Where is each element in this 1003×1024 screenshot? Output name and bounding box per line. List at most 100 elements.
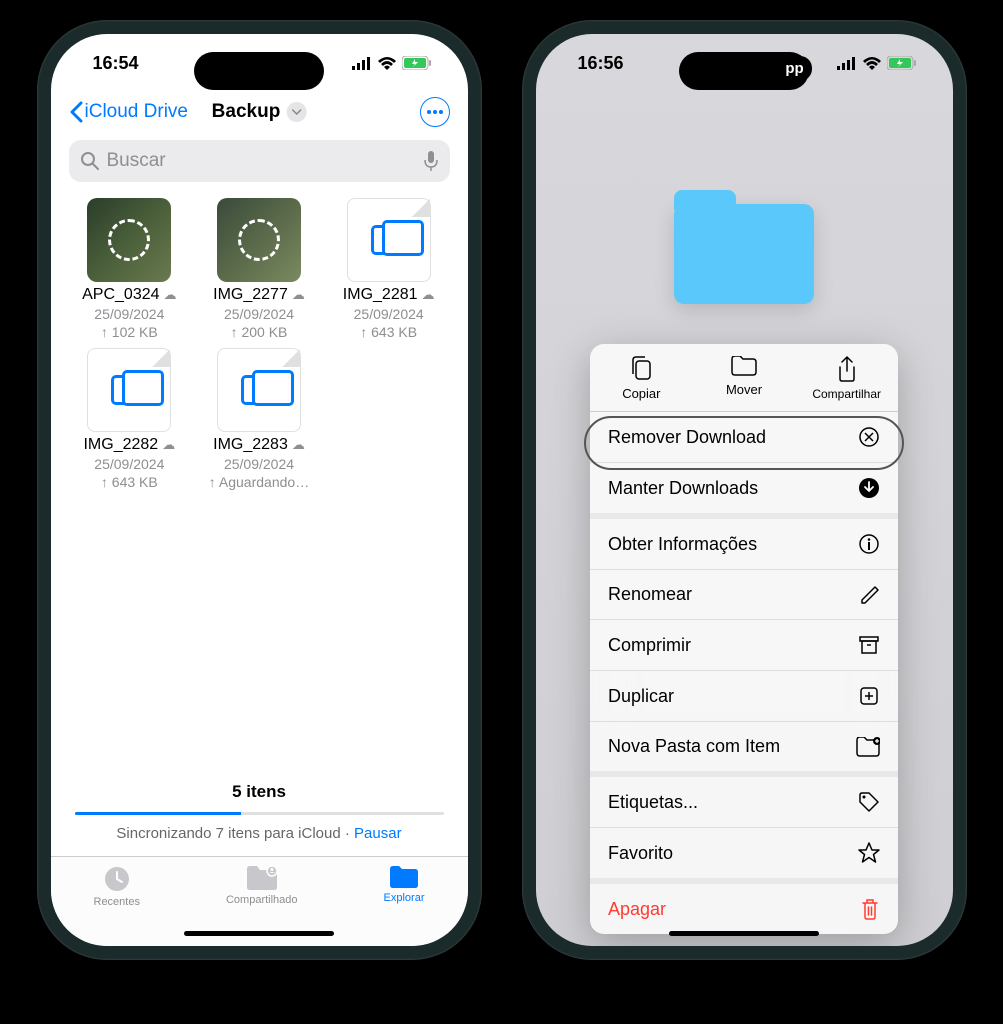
- doc-thumb: [217, 348, 301, 432]
- battery-icon: [402, 56, 432, 70]
- menu-manter-downloads[interactable]: Manter Downloads: [590, 463, 898, 519]
- cloud-icon: ☁︎: [292, 437, 305, 453]
- folder-preview[interactable]: [674, 204, 814, 314]
- file-name: IMG_2277☁︎: [213, 286, 305, 304]
- x-circle-icon: [858, 426, 880, 448]
- trash-icon: [860, 898, 880, 920]
- file-name: IMG_2282☁︎: [83, 436, 175, 454]
- cellular-icon: [352, 57, 372, 70]
- files-grid: APC_0324☁︎ 25/09/2024 ↑ 102 KB IMG_2277☁…: [51, 198, 468, 490]
- menu-label: Favorito: [608, 843, 673, 864]
- menu-label: Apagar: [608, 899, 666, 920]
- menu-duplicar[interactable]: Duplicar: [590, 671, 898, 722]
- navigation-bar: iCloud Drive Backup: [51, 92, 468, 136]
- upload-spinner-icon: [108, 219, 150, 261]
- archive-icon: [858, 634, 880, 656]
- folder-icon: [674, 204, 814, 304]
- photo-thumb: [217, 198, 301, 282]
- app-badge: pp: [777, 56, 811, 81]
- context-menu: Copiar Mover Compartilhar Remover Downlo…: [590, 344, 898, 934]
- menu-label: Manter Downloads: [608, 478, 758, 499]
- file-item[interactable]: IMG_2277☁︎ 25/09/2024 ↑ 200 KB: [194, 198, 324, 340]
- menu-etiquetas-[interactable]: Etiquetas...: [590, 777, 898, 828]
- file-item[interactable]: IMG_2281☁︎ 25/09/2024 ↑ 643 KB: [324, 198, 454, 340]
- search-placeholder: Buscar: [107, 150, 166, 172]
- cloud-icon: ☁︎: [164, 287, 177, 303]
- file-item[interactable]: IMG_2283☁︎ 25/09/2024 ↑ Aguardando…: [194, 348, 324, 490]
- tab-browse[interactable]: Explorar: [384, 865, 425, 946]
- back-button[interactable]: iCloud Drive: [69, 101, 188, 123]
- file-item[interactable]: APC_0324☁︎ 25/09/2024 ↑ 102 KB: [65, 198, 195, 340]
- menu-favorito[interactable]: Favorito: [590, 828, 898, 884]
- menu-apagar[interactable]: Apagar: [590, 884, 898, 934]
- file-date: 25/09/2024: [224, 306, 294, 322]
- chevron-down-icon: [286, 102, 306, 122]
- pause-link[interactable]: Pausar: [354, 825, 402, 842]
- menu-label: Renomear: [608, 584, 692, 605]
- file-item[interactable]: IMG_2282☁︎ 25/09/2024 ↑ 643 KB: [65, 348, 195, 490]
- phone-frame-1: 16:54 iCloud Drive Backup: [37, 20, 482, 960]
- menu-label: Obter Informações: [608, 534, 757, 555]
- clock-icon: [103, 865, 131, 893]
- sync-status-area: 5 itens Sincronizando 7 itens para iClou…: [51, 782, 468, 842]
- page-title[interactable]: Backup: [212, 101, 307, 123]
- folder-icon: [731, 356, 757, 376]
- tab-recents[interactable]: Recentes: [94, 865, 140, 946]
- cloud-icon: ☁︎: [162, 437, 175, 453]
- sync-text: Sincronizando 7 itens para iCloud · Paus…: [75, 825, 444, 842]
- file-date: 25/09/2024: [94, 456, 164, 472]
- file-date: 25/09/2024: [94, 306, 164, 322]
- upload-spinner-icon: [238, 219, 280, 261]
- action-move[interactable]: Mover: [693, 344, 796, 411]
- phone-frame-2: pp 16:56 Copiar Mover: [522, 20, 967, 960]
- home-indicator[interactable]: [669, 931, 819, 936]
- file-size: ↑ 643 KB: [101, 474, 158, 490]
- action-share[interactable]: Compartilhar: [795, 344, 898, 411]
- doc-thumb: [87, 348, 171, 432]
- menu-renomear[interactable]: Renomear: [590, 570, 898, 620]
- file-size: ↑ 200 KB: [231, 324, 288, 340]
- sync-progress-fill: [75, 812, 241, 815]
- status-time: 16:56: [578, 53, 624, 74]
- cloud-icon: ☁︎: [292, 287, 305, 303]
- menu-obter-informa-es[interactable]: Obter Informações: [590, 519, 898, 570]
- photo-thumb: [87, 198, 171, 282]
- menu-comprimir[interactable]: Comprimir: [590, 620, 898, 671]
- wifi-icon: [863, 57, 881, 70]
- item-count: 5 itens: [75, 782, 444, 802]
- home-indicator[interactable]: [184, 931, 334, 936]
- star-icon: [858, 842, 880, 864]
- mic-icon[interactable]: [424, 151, 438, 171]
- folder-person-icon: [246, 865, 278, 891]
- file-date: 25/09/2024: [224, 456, 294, 472]
- cloud-icon: ☁︎: [422, 287, 435, 303]
- chevron-left-icon: [69, 101, 83, 123]
- menu-label: Etiquetas...: [608, 792, 698, 813]
- menu-nova-pasta-com-item[interactable]: Nova Pasta com Item: [590, 722, 898, 777]
- menu-label: Comprimir: [608, 635, 691, 656]
- tag-icon: [858, 791, 880, 813]
- wifi-icon: [378, 57, 396, 70]
- file-name: APC_0324☁︎: [82, 286, 176, 304]
- dynamic-island: [194, 52, 324, 90]
- file-date: 25/09/2024: [354, 306, 424, 322]
- menu-label: Remover Download: [608, 427, 766, 448]
- battery-icon: [887, 56, 917, 70]
- menu-label: Nova Pasta com Item: [608, 736, 780, 757]
- sync-progress-track: [75, 812, 444, 815]
- doc-thumb: [347, 198, 431, 282]
- action-copy[interactable]: Copiar: [590, 344, 693, 411]
- folder-plus-icon: [856, 737, 880, 757]
- file-size: ↑ Aguardando…: [209, 474, 309, 490]
- search-input[interactable]: Buscar: [69, 140, 450, 182]
- info-icon: [858, 533, 880, 555]
- more-options-button[interactable]: [420, 97, 450, 127]
- menu-label: Duplicar: [608, 686, 674, 707]
- share-icon: [837, 356, 857, 382]
- download-circle-icon: [858, 477, 880, 499]
- menu-remover-download[interactable]: Remover Download: [590, 412, 898, 463]
- cellular-icon: [837, 57, 857, 70]
- status-time: 16:54: [93, 53, 139, 74]
- file-size: ↑ 643 KB: [360, 324, 417, 340]
- file-size: ↑ 102 KB: [101, 324, 158, 340]
